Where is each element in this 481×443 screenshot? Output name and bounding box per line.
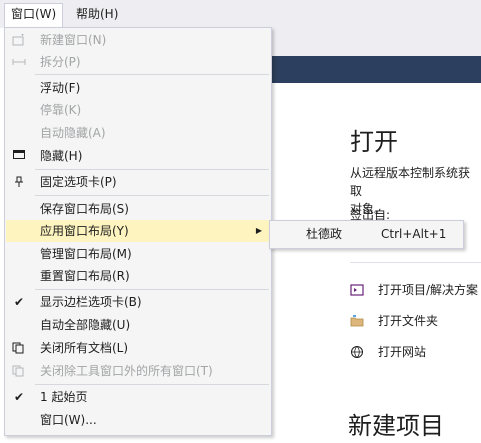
menu-window[interactable]: 窗口(W) xyxy=(4,3,64,29)
open-project-label: 打开项目/解决方案 xyxy=(378,283,479,297)
menu-separator xyxy=(35,384,269,385)
menu-item-label: 1 起始页 xyxy=(40,390,88,404)
menu-item-float[interactable]: 浮动(F) xyxy=(6,77,270,99)
menu-item-manage-layout[interactable]: 管理窗口布局(M) xyxy=(6,243,270,265)
menu-item-label: 关闭所有文档(L) xyxy=(40,341,129,355)
menu-item-label: 自动全部隐藏(U) xyxy=(40,318,131,332)
menu-item-reset-layout[interactable]: 重置窗口布局(R) xyxy=(6,265,270,287)
menu-item-label: 固定选项卡(P) xyxy=(40,175,117,189)
menu-bar: 窗口(W) 帮助(H) xyxy=(0,0,481,29)
close-all-but-tool-icon xyxy=(12,365,26,377)
menu-item-label: 保存窗口布局(S) xyxy=(40,202,129,216)
window-menu-dropdown: 新建窗口(N) 拆分(P) 浮动(F) 停靠(K) 自动隐藏(A) 隐藏(H) … xyxy=(4,27,272,436)
menu-item-label: 浮动(F) xyxy=(40,81,81,95)
menu-item-dock[interactable]: 停靠(K) xyxy=(6,99,270,121)
document-tab-strip xyxy=(268,56,481,83)
menu-item-windows[interactable]: 窗口(W)... xyxy=(6,409,270,431)
menu-item-label: 窗口(W)... xyxy=(40,413,97,427)
vs-project-icon xyxy=(350,284,364,296)
start-page-divider xyxy=(350,262,481,263)
layout-shortcut: Ctrl+Alt+1 xyxy=(381,227,447,241)
menu-item-show-sidebar-tabs[interactable]: ✔ 显示边栏选项卡(B) xyxy=(6,291,270,313)
menu-separator xyxy=(35,74,269,75)
globe-icon xyxy=(351,346,363,358)
menu-item-label: 停靠(K) xyxy=(40,103,82,117)
folder-icon xyxy=(350,315,364,327)
menu-separator xyxy=(35,195,269,196)
start-page-open-title: 打开 xyxy=(350,128,398,156)
checkmark-icon: ✔ xyxy=(13,390,25,404)
menu-item-pin-tab[interactable]: 固定选项卡(P) xyxy=(6,171,270,193)
menu-item-start-page[interactable]: ✔ 1 起始页 xyxy=(6,386,270,408)
close-all-docs-icon xyxy=(12,342,26,354)
menu-separator xyxy=(35,289,269,290)
open-website-label: 打开网站 xyxy=(378,345,427,359)
open-folder-label: 打开文件夹 xyxy=(378,314,439,328)
hide-window-icon xyxy=(12,150,26,162)
split-icon xyxy=(12,56,26,68)
menu-item-auto-hide-all[interactable]: 自动全部隐藏(U) xyxy=(6,314,270,336)
menu-item-label: 隐藏(H) xyxy=(40,149,83,163)
menu-item-save-layout[interactable]: 保存窗口布局(S) xyxy=(6,198,270,220)
menu-item-auto-hide[interactable]: 自动隐藏(A) xyxy=(6,122,270,144)
menu-item-label: 重置窗口布局(R) xyxy=(40,269,130,283)
menu-separator xyxy=(35,169,269,170)
checkmark-icon: ✔ xyxy=(13,295,25,309)
menu-item-label: 管理窗口布局(M) xyxy=(40,247,132,261)
menu-item-close-all-but-tool[interactable]: 关闭除工具窗口外的所有窗口(T) xyxy=(6,360,270,382)
menu-help[interactable]: 帮助(H) xyxy=(70,4,124,24)
menu-item-apply-layout[interactable]: 应用窗口布局(Y) ▶ xyxy=(6,220,270,242)
menu-item-split[interactable]: 拆分(P) xyxy=(6,51,270,73)
submenu-arrow-icon: ▶ xyxy=(255,226,262,235)
menu-item-label: 应用窗口布局(Y) xyxy=(40,224,129,238)
menu-item-label: 关闭除工具窗口外的所有窗口(T) xyxy=(40,364,213,378)
menu-item-label: 显示边栏选项卡(B) xyxy=(40,295,142,309)
menu-item-label: 拆分(P) xyxy=(40,55,81,69)
menu-item-hide[interactable]: 隐藏(H) xyxy=(6,145,270,167)
layout-name: 杜德政 xyxy=(306,227,343,241)
new-project-title: 新建项目 xyxy=(348,412,444,440)
menu-item-close-all-documents[interactable]: 关闭所有文档(L) xyxy=(6,337,270,359)
apply-layout-submenu: 杜德政 Ctrl+Alt+1 xyxy=(269,220,464,249)
menu-item-new-window[interactable]: 新建窗口(N) xyxy=(6,29,270,51)
menu-item-label: 新建窗口(N) xyxy=(40,33,107,47)
new-window-icon xyxy=(12,33,26,46)
menu-item-label: 自动隐藏(A) xyxy=(40,126,106,140)
layout-item[interactable]: 杜德政 Ctrl+Alt+1 xyxy=(271,222,462,247)
pin-icon xyxy=(12,176,26,188)
